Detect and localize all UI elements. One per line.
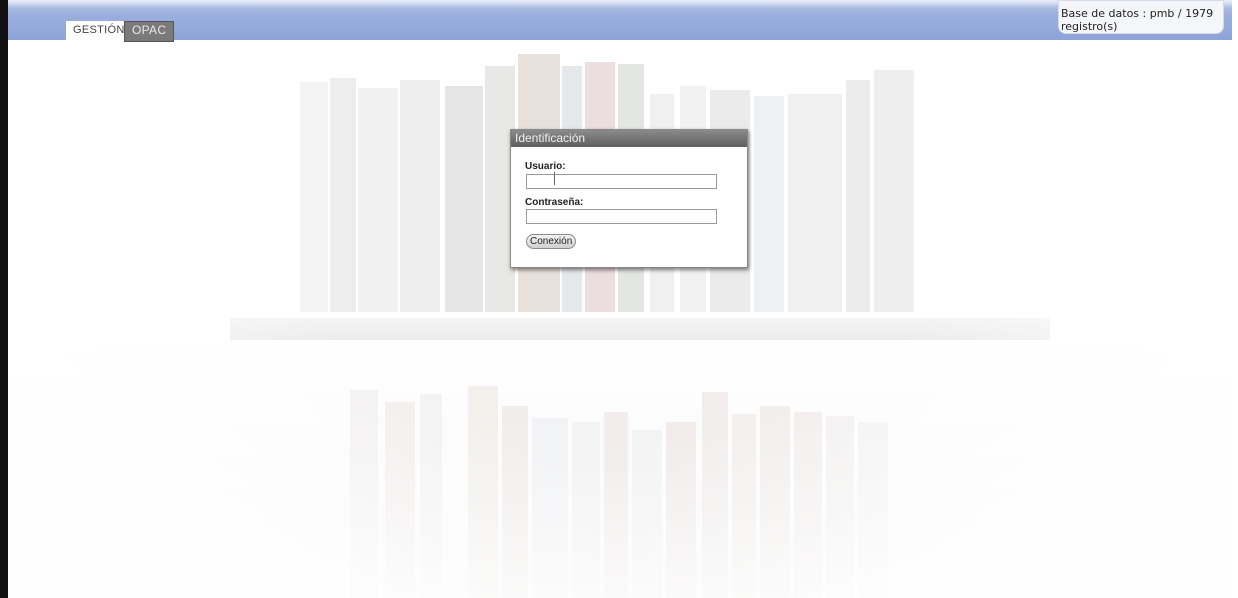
top-bar xyxy=(8,0,1232,40)
background-vignette xyxy=(8,40,1232,598)
password-label: Contraseña: xyxy=(525,197,584,208)
window-right-border xyxy=(1232,0,1238,598)
window-left-border xyxy=(0,0,8,598)
password-input[interactable] xyxy=(526,209,717,224)
username-label: Usuario: xyxy=(525,161,566,172)
login-button[interactable]: Conexión xyxy=(526,234,577,249)
database-info: Base de datos : pmb / 1979 registro(s) xyxy=(1058,0,1224,34)
page: GESTIÓN OPAC Base de datos : pmb / 1979 … xyxy=(0,0,1238,598)
text-cursor-icon xyxy=(554,172,561,185)
login-dialog: Identificación Usuario: Contraseña: Cone… xyxy=(510,129,748,268)
login-dialog-title: Identificación xyxy=(511,130,747,147)
tab-opac[interactable]: OPAC xyxy=(124,21,175,42)
tab-gestion[interactable]: GESTIÓN xyxy=(66,21,132,40)
